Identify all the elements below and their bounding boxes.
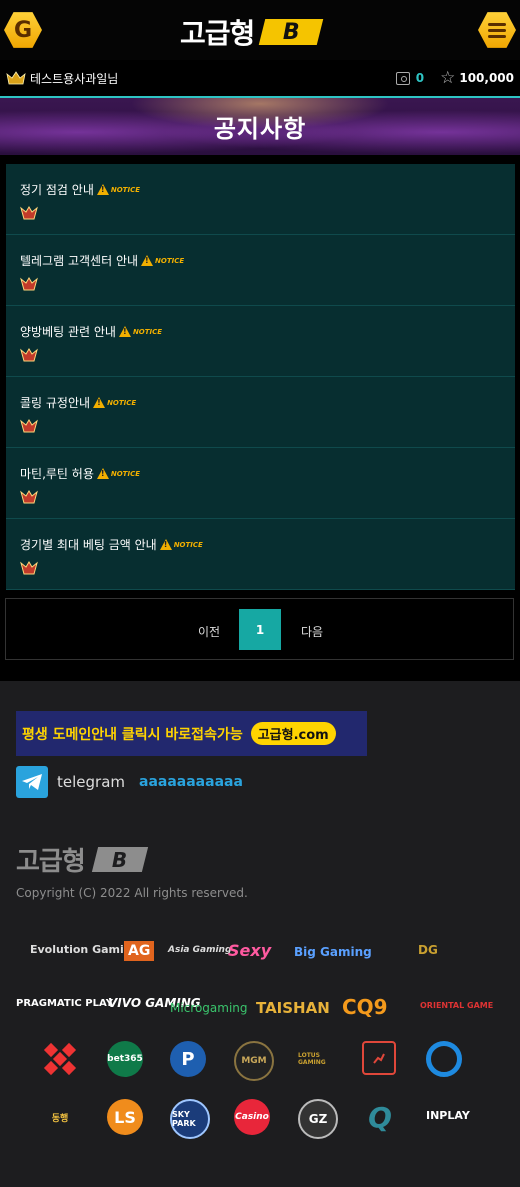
- prev-page-link[interactable]: 이전: [198, 623, 220, 640]
- notice-tag: NOTICE: [155, 256, 185, 265]
- warning-icon: [141, 255, 154, 266]
- notice-title: 콜링 규정안내: [20, 396, 91, 410]
- admin-badge-icon: [20, 490, 38, 504]
- provider-pragmatic-logo: PRAGMATIC PLAY: [16, 998, 113, 1009]
- notice-tag: NOTICE: [107, 398, 137, 407]
- domain-banner-pill: 고급형.com: [250, 722, 336, 745]
- warning-icon: [159, 539, 172, 550]
- copyright: Copyright (C) 2022 All rights reserved.: [16, 886, 248, 900]
- provider-ag-sub: Asia Gaming: [168, 945, 232, 955]
- g-home-button[interactable]: G: [4, 11, 42, 49]
- telegram-icon: [16, 766, 48, 798]
- pagination: 이전 1 다음: [5, 598, 514, 660]
- provider-gz-logo: GZ: [298, 1099, 338, 1139]
- provider-run-icon: [362, 1041, 396, 1075]
- top-header: G 고급형 B: [0, 0, 520, 60]
- menu-button[interactable]: [478, 11, 516, 49]
- notice-title: 경기별 최대 베팅 금액 안내: [20, 538, 157, 552]
- notice-row[interactable]: 텔레그램 고객센터 안내 NOTICE: [6, 235, 515, 306]
- notice-tag: NOTICE: [132, 327, 163, 336]
- provider-inplay-logo: INPLAY: [426, 1109, 470, 1122]
- g-hex-icon: G: [4, 12, 42, 48]
- footer-logo: 고급형 B: [16, 841, 148, 878]
- page-title: 공지사항: [213, 115, 307, 143]
- domain-banner-text: 평생 도메인안내 클릭시 바로접속가능: [22, 726, 243, 743]
- provider-sexy-logo: Sexy: [228, 941, 272, 960]
- star-icon: ☆: [440, 67, 456, 88]
- warning-icon: [118, 326, 131, 337]
- notice-row[interactable]: 양방베팅 관련 안내 NOTICE: [6, 306, 515, 377]
- notice-title: 텔레그램 고객센터 안내: [20, 254, 139, 268]
- notice-row[interactable]: 정기 점검 안내 NOTICE: [6, 164, 515, 235]
- provider-ring-icon: [426, 1041, 462, 1077]
- crown-icon: [6, 71, 26, 85]
- logo-text: 고급형: [180, 17, 255, 50]
- notice-list: 정기 점검 안내 NOTICE 텔레그램 고객센터 안내 NOTICE 양방베팅…: [6, 164, 515, 590]
- footer: 평생 도메인안내 클릭시 바로접속가능 고급형.com telegram aaa…: [0, 681, 520, 1187]
- coin-balance: 0: [415, 71, 425, 85]
- provider-bet365-logo: bet365: [107, 1041, 143, 1077]
- provider-microgaming-logo: Microgaming: [170, 1001, 248, 1015]
- notice-tag: NOTICE: [110, 469, 140, 478]
- admin-badge-icon: [20, 277, 38, 291]
- site-logo[interactable]: 고급형 B: [180, 14, 324, 50]
- admin-badge-icon: [20, 206, 38, 220]
- page-title-banner: 공지사항: [0, 98, 520, 155]
- provider-lotus-logo: LOTUS GAMING: [298, 1052, 326, 1066]
- provider-cq9-logo: CQ9: [342, 995, 388, 1019]
- provider-p-logo: P: [170, 1041, 206, 1077]
- provider-skypark-logo: SKY PARK: [170, 1099, 210, 1139]
- hamburger-icon: [478, 12, 516, 48]
- user-bar: 테스트용사과일님 0 ☆ 100,000: [0, 60, 520, 98]
- provider-ag-logo: AG: [124, 941, 155, 961]
- admin-badge-icon: [20, 561, 38, 575]
- notice-title: 양방베팅 관련 안내: [20, 325, 116, 339]
- current-page-button[interactable]: 1: [239, 609, 281, 650]
- notice-tag: NOTICE: [110, 185, 140, 194]
- wallet-icon: [395, 71, 410, 85]
- provider-taishan-logo: TAISHAN: [256, 999, 330, 1017]
- footer-logo-text: 고급형: [16, 847, 86, 877]
- admin-badge-icon: [20, 419, 38, 433]
- notice-title: 정기 점검 안내: [20, 183, 94, 197]
- provider-mgm-logo: MGM: [234, 1041, 274, 1081]
- telegram-id[interactable]: aaaaaaaaaaa: [139, 774, 243, 790]
- telegram-contact[interactable]: telegram aaaaaaaaaaa: [16, 766, 243, 798]
- footer-logo-badge: B: [91, 847, 148, 872]
- provider-donghaeng-logo: 동행: [51, 1113, 69, 1124]
- next-page-link[interactable]: 다음: [301, 623, 323, 640]
- username[interactable]: 테스트용사과일님: [30, 70, 118, 87]
- provider-red-diamond-icon: [42, 1041, 78, 1077]
- telegram-label: telegram: [57, 773, 125, 791]
- provider-big-gaming-logo: Big Gaming: [294, 945, 372, 959]
- domain-banner[interactable]: 평생 도메인안내 클릭시 바로접속가능 고급형.com: [16, 711, 367, 756]
- provider-oriental-logo: ORIENTAL GAME: [420, 1001, 494, 1010]
- notice-row[interactable]: 콜링 규정안내 NOTICE: [6, 377, 515, 448]
- warning-icon: [93, 397, 106, 408]
- notice-row[interactable]: 경기별 최대 베팅 금액 안내 NOTICE: [6, 519, 515, 590]
- provider-dragon-logo: DG: [418, 943, 438, 957]
- warning-icon: [96, 184, 109, 195]
- notice-title: 마틴,루틴 허용: [20, 467, 94, 481]
- warning-icon: [96, 468, 109, 479]
- logo-badge: B: [259, 19, 324, 45]
- admin-badge-icon: [20, 348, 38, 362]
- provider-ls-logo: LS: [107, 1099, 143, 1135]
- provider-o2-icon: Q: [368, 1100, 392, 1134]
- point-balance: 100,000: [459, 71, 514, 85]
- notice-tag: NOTICE: [173, 540, 203, 549]
- provider-casino-logo: Casino: [234, 1099, 270, 1135]
- notice-row[interactable]: 마틴,루틴 허용 NOTICE: [6, 448, 515, 519]
